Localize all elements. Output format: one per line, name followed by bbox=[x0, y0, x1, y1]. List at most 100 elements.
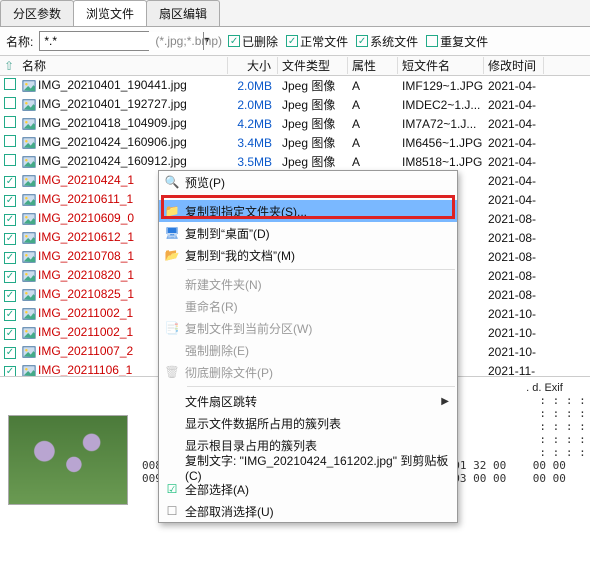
col-short[interactable]: 短文件名 bbox=[398, 57, 484, 74]
desktop-icon: 🖥 bbox=[159, 226, 185, 240]
chk-deleted[interactable]: ✓已删除 bbox=[228, 33, 278, 50]
file-size: 3.5MB bbox=[228, 155, 278, 169]
menu-separator bbox=[187, 269, 455, 270]
file-type: Jpeg 图像 bbox=[278, 115, 348, 132]
name-label: 名称: bbox=[6, 33, 33, 50]
file-mtime: 2021-04- bbox=[484, 155, 544, 169]
folder-icon: 📂 bbox=[159, 248, 185, 262]
menu-sector-jump[interactable]: 文件扇区跳转 ▶ bbox=[159, 390, 457, 412]
table-row[interactable]: IMG_20210424_160906.jpg3.4MBJpeg 图像AIM64… bbox=[0, 133, 590, 152]
file-name: IMG_20210424_160912.jpg bbox=[18, 154, 228, 169]
uncheck-all-icon: ☐ bbox=[159, 504, 185, 518]
file-name: IMG_20210424_160906.jpg bbox=[18, 135, 228, 150]
file-name: IMG_20210418_104909.jpg bbox=[18, 116, 228, 131]
menu-copy-mydocs[interactable]: 📂 复制到“我的文档”(M) bbox=[159, 244, 457, 266]
name-pattern-combo[interactable]: ▾ bbox=[39, 31, 149, 51]
chk-normal[interactable]: ✓正常文件 bbox=[286, 33, 348, 50]
row-checkbox[interactable]: ✓ bbox=[4, 347, 16, 359]
submenu-arrow-icon: ▶ bbox=[441, 396, 449, 407]
image-file-icon bbox=[22, 231, 36, 245]
file-type: Jpeg 图像 bbox=[278, 96, 348, 113]
file-mtime: 2021-04- bbox=[484, 79, 544, 93]
menu-copy-to-folder[interactable]: 📁 复制到指定文件夹(S)... bbox=[159, 200, 457, 222]
file-list-header: ⇧ 名称 大小 文件类型 属性 短文件名 修改时间 bbox=[0, 56, 590, 76]
image-file-icon bbox=[22, 98, 36, 112]
thumbnail-pane bbox=[0, 377, 140, 566]
file-shortname: IMDEC2~1.J... bbox=[398, 98, 484, 112]
image-file-icon bbox=[22, 155, 36, 169]
tab-sector[interactable]: 扇区编辑 bbox=[146, 0, 220, 26]
row-checkbox[interactable]: ✓ bbox=[4, 290, 16, 302]
file-size: 2.0MB bbox=[228, 98, 278, 112]
image-file-icon bbox=[22, 212, 36, 226]
file-size: 4.2MB bbox=[228, 117, 278, 131]
menu-preview[interactable]: 🔍 预览(P) bbox=[159, 171, 457, 193]
menu-perm-delete: 🗑 彻底删除文件(P) bbox=[159, 361, 457, 383]
row-checkbox[interactable]: ✓ bbox=[4, 366, 16, 376]
row-checkbox[interactable] bbox=[4, 154, 16, 166]
file-mtime: 2021-08- bbox=[484, 288, 544, 302]
file-size: 2.0MB bbox=[228, 79, 278, 93]
file-shortname: IM6456~1.JPG bbox=[398, 136, 484, 150]
menu-select-all[interactable]: ☑ 全部选择(A) bbox=[159, 478, 457, 500]
table-row[interactable]: IMG_20210401_190441.jpg2.0MBJpeg 图像AIMF1… bbox=[0, 76, 590, 95]
col-name[interactable]: 名称 bbox=[18, 57, 228, 74]
file-type: Jpeg 图像 bbox=[278, 134, 348, 151]
row-checkbox[interactable] bbox=[4, 116, 16, 128]
menu-new-folder: 新建文件夹(N) bbox=[159, 273, 457, 295]
chk-repeat[interactable]: 重复文件 bbox=[426, 33, 488, 50]
pattern-hint: (*.jpg;*.bmp) bbox=[155, 34, 222, 48]
row-checkbox[interactable]: ✓ bbox=[4, 195, 16, 207]
row-checkbox[interactable] bbox=[4, 97, 16, 109]
up-arrow-icon[interactable]: ⇧ bbox=[0, 59, 18, 73]
chk-system[interactable]: ✓系统文件 bbox=[356, 33, 418, 50]
image-file-icon bbox=[22, 250, 36, 264]
row-checkbox[interactable]: ✓ bbox=[4, 309, 16, 321]
image-file-icon bbox=[22, 136, 36, 150]
file-shortname: IM8518~1.JPG bbox=[398, 155, 484, 169]
image-file-icon bbox=[22, 326, 36, 340]
tab-bar: 分区参数 浏览文件 扇区编辑 bbox=[0, 0, 590, 27]
menu-copy-text[interactable]: 复制文字: "IMG_20210424_161202.jpg" 到剪贴板(C) bbox=[159, 456, 457, 478]
file-mtime: 2021-04- bbox=[484, 117, 544, 131]
row-checkbox[interactable]: ✓ bbox=[4, 176, 16, 188]
row-checkbox[interactable] bbox=[4, 78, 16, 90]
col-mtime[interactable]: 修改时间 bbox=[484, 57, 544, 74]
row-checkbox[interactable] bbox=[4, 135, 16, 147]
menu-copy-desktop[interactable]: 🖥 复制到“桌面”(D) bbox=[159, 222, 457, 244]
col-type[interactable]: 文件类型 bbox=[278, 57, 348, 74]
file-size: 3.4MB bbox=[228, 136, 278, 150]
tab-browse[interactable]: 浏览文件 bbox=[73, 0, 147, 26]
image-file-icon bbox=[22, 364, 36, 376]
image-file-icon bbox=[22, 117, 36, 131]
file-attr: A bbox=[348, 79, 398, 93]
file-mtime: 2021-04- bbox=[484, 193, 544, 207]
image-file-icon bbox=[22, 193, 36, 207]
menu-cluster-data[interactable]: 显示文件数据所占用的簇列表 bbox=[159, 412, 457, 434]
table-row[interactable]: IMG_20210401_192727.jpg2.0MBJpeg 图像AIMDE… bbox=[0, 95, 590, 114]
file-mtime: 2021-04- bbox=[484, 174, 544, 188]
image-file-icon bbox=[22, 288, 36, 302]
table-row[interactable]: IMG_20210418_104909.jpg4.2MBJpeg 图像AIM7A… bbox=[0, 114, 590, 133]
image-file-icon bbox=[22, 345, 36, 359]
row-checkbox[interactable]: ✓ bbox=[4, 252, 16, 264]
row-checkbox[interactable]: ✓ bbox=[4, 233, 16, 245]
context-menu: 🔍 预览(P) 📁 复制到指定文件夹(S)... 🖥 复制到“桌面”(D) 📂 … bbox=[158, 170, 458, 523]
menu-deselect-all[interactable]: ☐ 全部取消选择(U) bbox=[159, 500, 457, 522]
tab-partition[interactable]: 分区参数 bbox=[0, 0, 74, 26]
image-file-icon bbox=[22, 269, 36, 283]
file-name: IMG_20210401_192727.jpg bbox=[18, 97, 228, 112]
table-row[interactable]: IMG_20210424_160912.jpg3.5MBJpeg 图像AIM85… bbox=[0, 152, 590, 171]
image-file-icon bbox=[22, 307, 36, 321]
row-checkbox[interactable]: ✓ bbox=[4, 328, 16, 340]
row-checkbox[interactable]: ✓ bbox=[4, 214, 16, 226]
file-mtime: 2021-10- bbox=[484, 345, 544, 359]
col-size[interactable]: 大小 bbox=[228, 57, 278, 74]
col-attr[interactable]: 属性 bbox=[348, 57, 398, 74]
file-shortname: IM7A72~1.J... bbox=[398, 117, 484, 131]
row-checkbox[interactable]: ✓ bbox=[4, 271, 16, 283]
trash-icon: 🗑 bbox=[159, 365, 185, 379]
folder-arrow-icon: 📁 bbox=[159, 204, 185, 218]
image-file-icon bbox=[22, 174, 36, 188]
file-attr: A bbox=[348, 117, 398, 131]
